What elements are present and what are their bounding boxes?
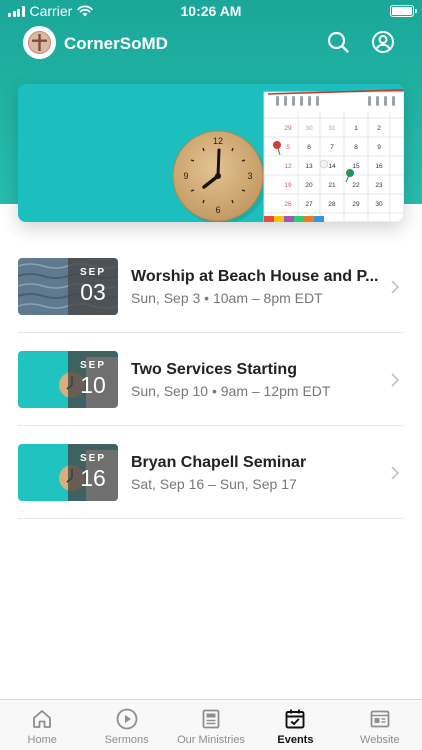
- svg-text:15: 15: [352, 163, 360, 170]
- svg-text:27: 27: [305, 201, 313, 208]
- app-bar: CornerSoMD: [0, 24, 422, 64]
- date-day: 10: [80, 372, 106, 398]
- svg-text:6: 6: [307, 144, 311, 151]
- svg-text:23: 23: [375, 182, 383, 189]
- date-badge: SEP 10: [68, 351, 118, 408]
- svg-text:29: 29: [352, 201, 360, 208]
- svg-text:9: 9: [183, 171, 188, 181]
- tab-events[interactable]: Events: [253, 700, 337, 750]
- newspaper-icon: [202, 709, 220, 729]
- play-icon: [116, 708, 138, 730]
- website-icon: [370, 710, 390, 728]
- tab-home-label: Home: [27, 734, 57, 746]
- tab-sermons[interactable]: Sermons: [84, 700, 168, 750]
- event-thumbnail: SEP 16: [18, 444, 118, 501]
- app-title: CornerSoMD: [64, 34, 168, 53]
- svg-text:29: 29: [284, 125, 292, 132]
- account-icon[interactable]: [371, 30, 395, 54]
- event-row-3[interactable]: SEP 16 Bryan Chapell Seminar Sat, Sep 16…: [18, 426, 404, 519]
- svg-text:30: 30: [375, 201, 383, 208]
- svg-text:16: 16: [375, 163, 383, 170]
- svg-text:12: 12: [284, 163, 292, 170]
- date-badge: SEP 03: [68, 258, 118, 315]
- date-month: SEP: [79, 360, 106, 371]
- tab-website[interactable]: Website: [338, 700, 422, 750]
- svg-text:31: 31: [328, 125, 336, 132]
- event-title: Two Services Starting: [131, 361, 297, 378]
- svg-text:9: 9: [377, 144, 381, 151]
- battery-icon: [390, 5, 417, 17]
- svg-text:3: 3: [247, 171, 252, 181]
- svg-text:28: 28: [328, 201, 336, 208]
- search-icon[interactable]: [326, 30, 350, 54]
- event-datetime: Sat, Sep 16 – Sun, Sep 17: [131, 476, 297, 492]
- svg-text:13: 13: [305, 163, 313, 170]
- tab-our-ministries-label: Our Ministries: [177, 734, 245, 746]
- date-day: 03: [80, 279, 106, 305]
- svg-text:6: 6: [215, 205, 220, 215]
- svg-text:26: 26: [284, 201, 292, 208]
- svg-text:30: 30: [305, 125, 313, 132]
- svg-text:19: 19: [284, 182, 292, 189]
- svg-text:8: 8: [354, 144, 358, 151]
- date-month: SEP: [79, 453, 106, 464]
- event-title: Bryan Chapell Seminar: [131, 454, 307, 471]
- home-icon: [33, 710, 52, 728]
- tab-events-label: Events: [277, 734, 314, 746]
- calendar-icon: [285, 709, 305, 729]
- svg-text:5: 5: [286, 144, 290, 151]
- clock-calendar-image: 12369 29 30 31 1 2 5 6 7 8 9 12 13 14 15…: [18, 84, 404, 222]
- event-row-1[interactable]: SEP 03 Worship at Beach House and P... S…: [18, 240, 404, 333]
- events-screen: Carrier 10:26 AM CornerSoMD 12 3 6 9 29 …: [0, 0, 422, 750]
- status-bar: Carrier 10:26 AM: [0, 0, 422, 22]
- svg-text:20: 20: [305, 182, 313, 189]
- events-list: SEP 03 Worship at Beach House and P... S…: [0, 240, 422, 519]
- svg-text:22: 22: [352, 182, 360, 189]
- tab-our-ministries[interactable]: Our Ministries: [169, 700, 253, 750]
- chevron-right-icon: [391, 373, 400, 387]
- event-thumbnail: SEP 10: [18, 351, 118, 408]
- status-time: 10:26 AM: [180, 3, 242, 19]
- event-thumbnail: SEP 03: [18, 258, 118, 315]
- date-badge: SEP 16: [68, 444, 118, 501]
- svg-text:12: 12: [213, 136, 223, 146]
- event-datetime: Sun, Sep 10 • 9am – 12pm EDT: [131, 383, 331, 399]
- chevron-right-icon: [391, 280, 400, 294]
- svg-text:2: 2: [377, 125, 381, 132]
- event-title: Worship at Beach House and P...: [131, 268, 379, 285]
- event-row-2[interactable]: SEP 10 Two Services Starting Sun, Sep 10…: [18, 333, 404, 426]
- chevron-right-icon: [391, 466, 400, 480]
- svg-text:21: 21: [328, 182, 336, 189]
- svg-text:1: 1: [354, 125, 358, 132]
- date-day: 16: [80, 465, 106, 491]
- event-datetime: Sun, Sep 3 • 10am – 8pm EDT: [131, 290, 323, 306]
- tab-home[interactable]: Home: [0, 700, 84, 750]
- tab-bar: Home Sermons Our Ministries Events Websi…: [0, 699, 422, 750]
- tab-sermons-label: Sermons: [104, 734, 149, 746]
- church-logo-avatar[interactable]: [23, 26, 56, 59]
- date-month: SEP: [79, 267, 106, 278]
- svg-text:14: 14: [328, 163, 336, 170]
- hero-banner[interactable]: 12 3 6 9 29 30 31 1 2 5 6 7 8 9 12 13 14…: [18, 84, 404, 222]
- svg-text:7: 7: [330, 144, 334, 151]
- tab-website-label: Website: [360, 734, 400, 746]
